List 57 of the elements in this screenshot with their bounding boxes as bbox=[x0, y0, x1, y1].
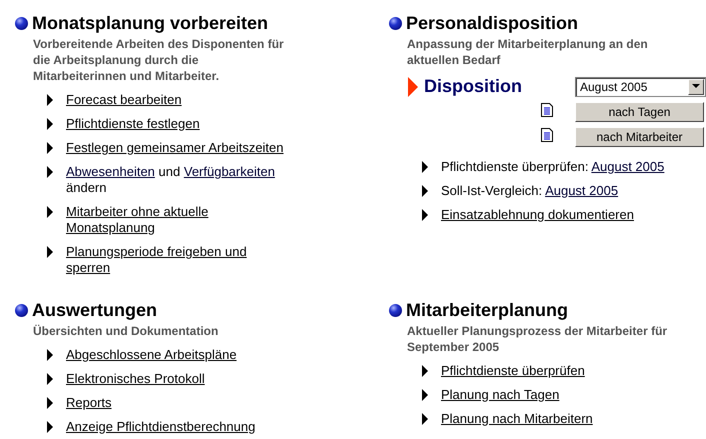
view-button[interactable]: nach Tagen bbox=[575, 102, 704, 122]
link[interactable]: Abwesenheiten bbox=[66, 164, 155, 179]
arrow-icon bbox=[47, 421, 53, 433]
arrow-icon bbox=[47, 397, 53, 409]
section-title: Mitarbeiterplanung bbox=[406, 299, 568, 322]
link[interactable]: Anzeige Pflichtdienstberechnung bbox=[66, 419, 291, 435]
arrow-icon bbox=[422, 389, 428, 401]
arrow-icon bbox=[47, 94, 53, 106]
section-title: Auswertungen bbox=[32, 299, 158, 322]
link[interactable]: Planungsperiode freigeben und sperren bbox=[66, 244, 291, 276]
link[interactable]: August 2005 bbox=[591, 159, 664, 174]
arrow-icon bbox=[47, 349, 53, 361]
arrow-icon bbox=[422, 365, 428, 377]
arrow-icon bbox=[47, 246, 53, 258]
arrow-icon bbox=[422, 209, 428, 221]
link[interactable]: Mitarbeiter ohne aktuelle Monatsplanung bbox=[66, 204, 291, 236]
item-text: ändern bbox=[66, 180, 106, 195]
view-button[interactable]: nach Mitarbeiter bbox=[575, 127, 704, 147]
link[interactable]: Planung nach Tagen bbox=[441, 387, 701, 403]
item-text: und bbox=[158, 164, 180, 179]
link[interactable]: Pflichtdienste überprüfen bbox=[441, 363, 701, 379]
bullet-icon bbox=[389, 304, 402, 316]
arrow-icon bbox=[47, 142, 53, 154]
bullet-icon bbox=[15, 16, 28, 30]
link[interactable]: Pflichtdienste festlegen bbox=[66, 116, 291, 132]
disposition-label: Disposition bbox=[424, 76, 523, 97]
section-subtitle: Vorbereitende Arbeiten des Disponenten für die Arbeitsplanung durch die Mitarbeiterinnen und Mitarbeiter. bbox=[33, 36, 285, 84]
section-subtitle: Übersichten und Dokumentation bbox=[33, 323, 220, 339]
arrow-icon bbox=[408, 76, 418, 96]
link[interactable]: Elektronisches Protokoll bbox=[66, 371, 291, 387]
section-title: Monatsplanung vorbereiten bbox=[32, 12, 268, 35]
link[interactable]: Reports bbox=[66, 395, 291, 411]
link[interactable]: Abgeschlossene Arbeitspläne bbox=[66, 347, 291, 363]
arrow-icon bbox=[47, 118, 53, 130]
document-icon bbox=[541, 102, 553, 116]
arrow-icon bbox=[422, 185, 428, 197]
section-title: Personaldisposition bbox=[406, 12, 578, 35]
link[interactable]: Forecast bearbeiten bbox=[66, 92, 291, 108]
caret-icon bbox=[692, 84, 700, 89]
link[interactable]: Einsatzablehnung dokumentieren bbox=[441, 207, 701, 223]
arrow-icon bbox=[47, 166, 53, 178]
section-subtitle: Anpassung der Mitarbeiterplanung an den aktuellen Bedarf bbox=[407, 36, 649, 68]
month-select[interactable]: August 2005 bbox=[575, 76, 706, 96]
link[interactable]: August 2005 bbox=[545, 183, 618, 198]
item-text: Soll-Ist-Vergleich: bbox=[441, 183, 542, 198]
arrow-icon bbox=[47, 373, 53, 385]
arrow-icon bbox=[422, 413, 428, 425]
section-subtitle: Aktueller Planungsprozess der Mitarbeiter für September 2005 bbox=[407, 323, 668, 355]
arrow-icon bbox=[47, 206, 53, 218]
link[interactable]: Planung nach Mitarbeitern bbox=[441, 411, 701, 427]
link[interactable]: Festlegen gemeinsamer Arbeitszeiten bbox=[66, 140, 291, 156]
arrow-icon bbox=[422, 161, 428, 173]
item-text: Pflichtdienste überprüfen: bbox=[441, 159, 588, 174]
bullet-icon bbox=[15, 304, 28, 316]
document-icon bbox=[541, 128, 553, 142]
bullet-icon bbox=[389, 16, 402, 30]
link[interactable]: Verfügbarkeiten bbox=[184, 164, 275, 179]
